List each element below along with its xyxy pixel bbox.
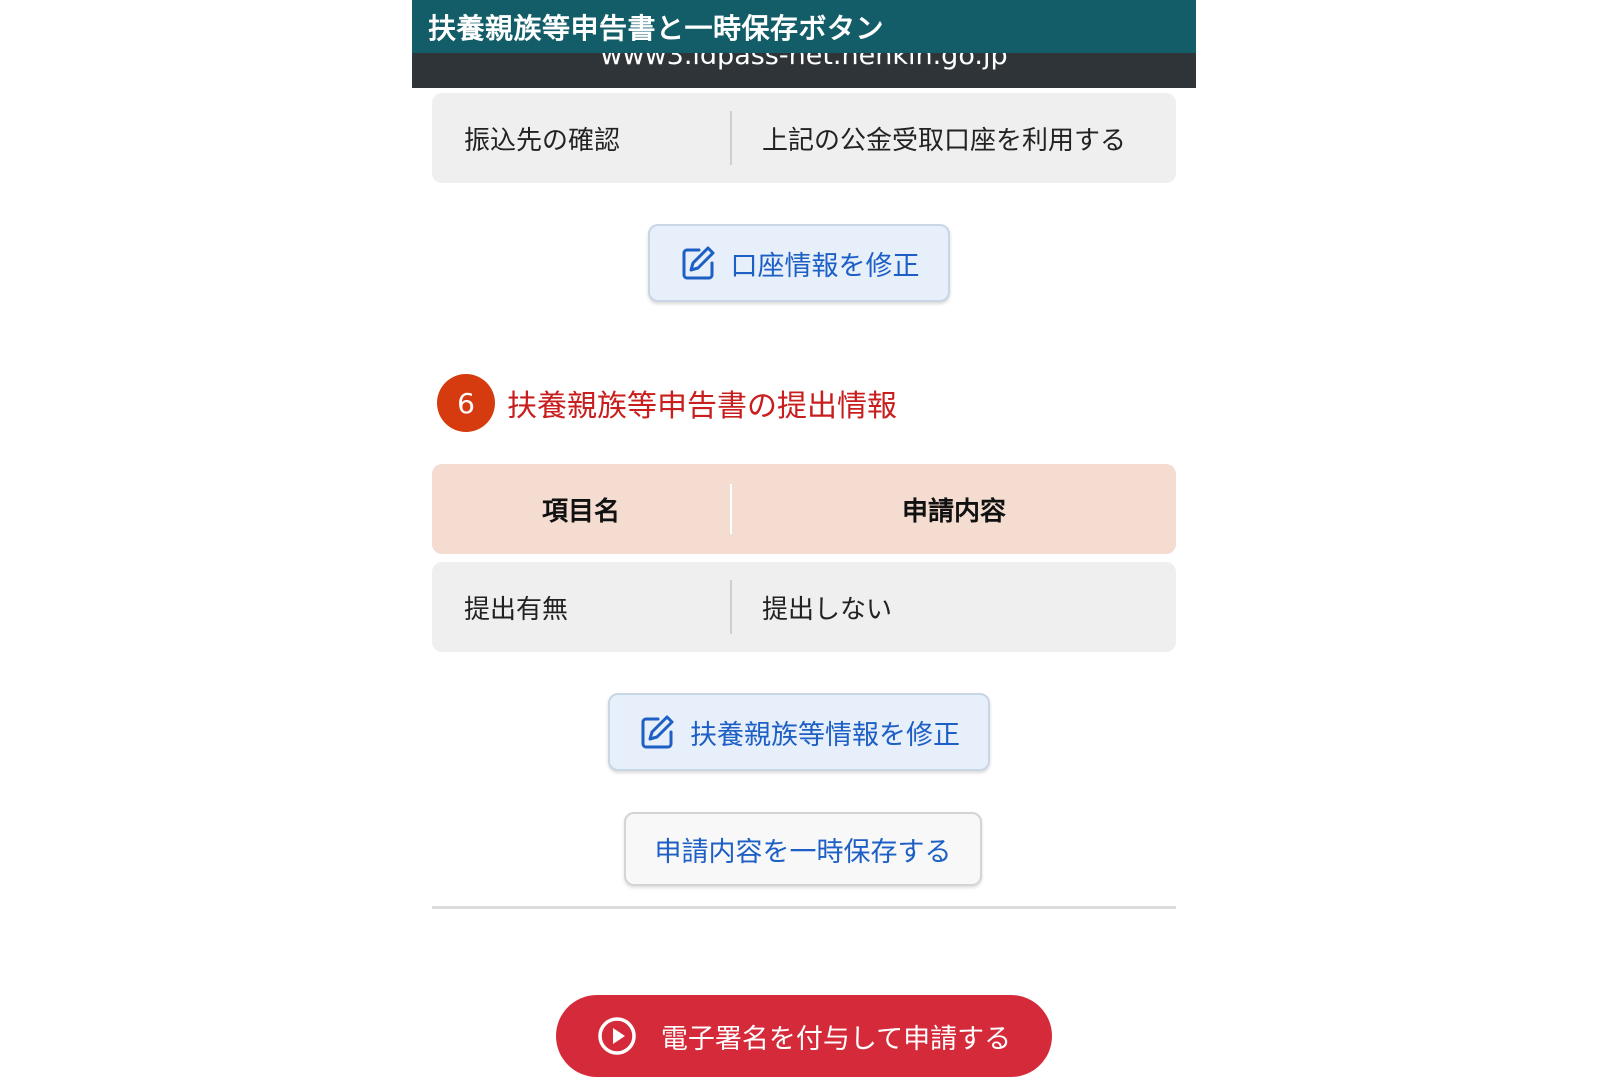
edit-icon	[638, 713, 676, 751]
edit-dependents-label: 扶養親族等情報を修正	[690, 719, 960, 751]
column-header-item: 項目名	[541, 496, 620, 527]
table-row: 提出有無 提出しない	[432, 562, 1176, 652]
caption-text: 扶養親族等申告書と一時保存ボタン	[428, 12, 885, 45]
play-circle-icon	[597, 1016, 637, 1056]
phone-screen: 扶養親族等申告書と一時保存ボタン www3.idpass-net.nenkin.…	[412, 0, 1196, 1087]
table-header-row: 項目名 申請内容	[432, 464, 1176, 554]
edit-account-button[interactable]: 口座情報を修正	[648, 224, 950, 302]
submit-label: 電子署名を付与して申請する	[660, 1023, 1012, 1055]
payee-confirm-row: 振込先の確認 上記の公金受取口座を利用する	[432, 93, 1176, 183]
row-divider	[730, 111, 732, 165]
section-6-heading: 6 扶養親族等申告書の提出情報	[437, 373, 897, 433]
temporary-save-button[interactable]: 申請内容を一時保存する	[624, 812, 982, 886]
payee-label: 振込先の確認	[464, 125, 621, 156]
row-value: 提出しない	[762, 594, 893, 625]
edit-account-label: 口座情報を修正	[730, 250, 920, 282]
section-divider	[432, 906, 1176, 909]
submit-with-signature-button[interactable]: 電子署名を付与して申請する	[556, 995, 1052, 1077]
column-header-content: 申請内容	[901, 496, 1006, 527]
row-label: 提出有無	[464, 594, 569, 625]
step-number-badge: 6	[437, 374, 495, 432]
section-title: 扶養親族等申告書の提出情報	[507, 389, 897, 424]
row-divider	[730, 580, 732, 634]
payee-value: 上記の公金受取口座を利用する	[762, 125, 1127, 156]
caption-banner: 扶養親族等申告書と一時保存ボタン	[412, 0, 1196, 53]
edit-icon	[679, 244, 717, 282]
edit-dependents-button[interactable]: 扶養親族等情報を修正	[608, 693, 990, 771]
